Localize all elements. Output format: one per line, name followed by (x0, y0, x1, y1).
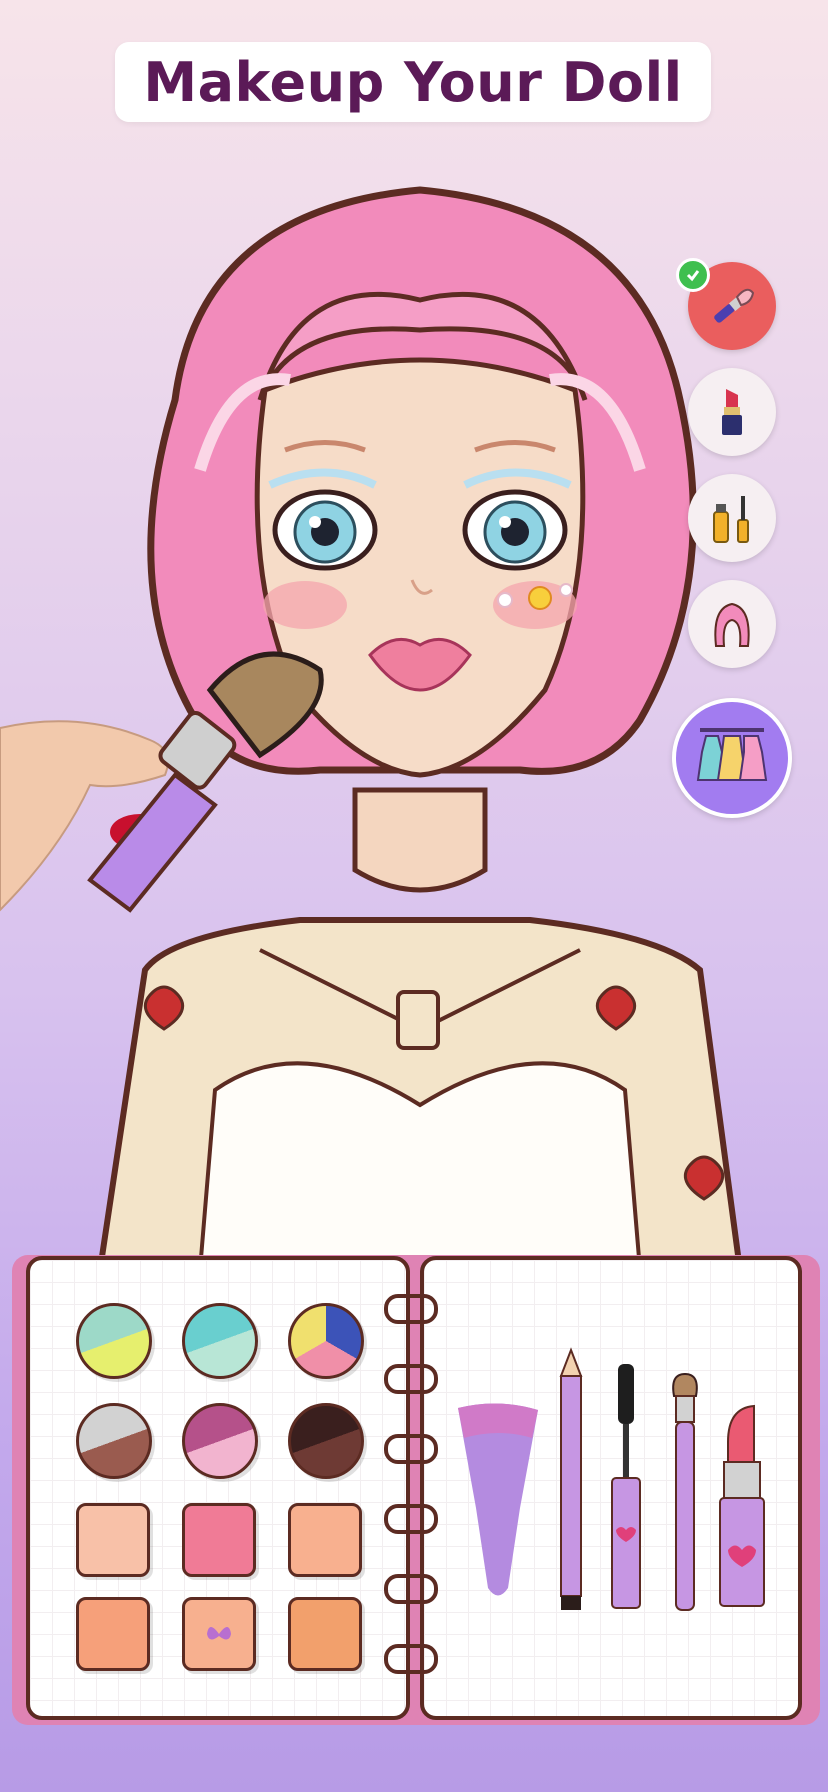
binder-ring (384, 1434, 438, 1464)
binder-ring (384, 1364, 438, 1394)
blush-tile[interactable] (76, 1597, 150, 1671)
dresses-icon (696, 728, 768, 781)
mascara[interactable] (606, 1360, 646, 1616)
binder-ring (384, 1574, 438, 1604)
blush-tile[interactable] (182, 1503, 256, 1577)
eyeshadow-swatch[interactable] (182, 1303, 258, 1379)
outfits-tool-button[interactable] (672, 698, 792, 818)
hair-tool-button[interactable] (688, 580, 776, 668)
eyeliner-pencil[interactable] (556, 1346, 586, 1616)
hair-icon (714, 602, 750, 647)
eye-makeup-tool-button[interactable] (688, 474, 776, 562)
blush-tile[interactable] (182, 1597, 256, 1671)
binder-ring (384, 1644, 438, 1674)
lipstick-icon (722, 389, 742, 435)
page-title: Makeup Your Doll (143, 50, 683, 114)
eyeshadow-swatch[interactable] (182, 1403, 258, 1479)
eyeshadow-swatch[interactable] (288, 1303, 364, 1379)
butterfly-icon (207, 1627, 231, 1640)
binder-ring (384, 1504, 438, 1534)
blush-tile[interactable] (76, 1503, 150, 1577)
blush-tile[interactable] (288, 1597, 362, 1671)
lipstick-tool-button[interactable] (688, 368, 776, 456)
mascara-icon (713, 496, 749, 543)
blush-tile[interactable] (288, 1503, 362, 1577)
blush-brush-tool-button[interactable] (676, 258, 776, 350)
title-banner: Makeup Your Doll (115, 42, 711, 122)
left-blush (263, 581, 347, 629)
blush-brush-icon (714, 288, 755, 323)
foundation-sponge[interactable] (448, 1398, 548, 1608)
doll-neck (352, 787, 488, 893)
eyeshadow-swatch[interactable] (76, 1303, 152, 1379)
check-icon (676, 258, 710, 292)
blush-brush[interactable] (666, 1370, 704, 1620)
eyeshadow-swatch[interactable] (76, 1403, 152, 1479)
eyeshadow-swatch[interactable] (288, 1403, 364, 1479)
lipstick[interactable] (714, 1402, 770, 1612)
hand-with-brush (0, 651, 324, 913)
binder-ring (384, 1294, 438, 1324)
